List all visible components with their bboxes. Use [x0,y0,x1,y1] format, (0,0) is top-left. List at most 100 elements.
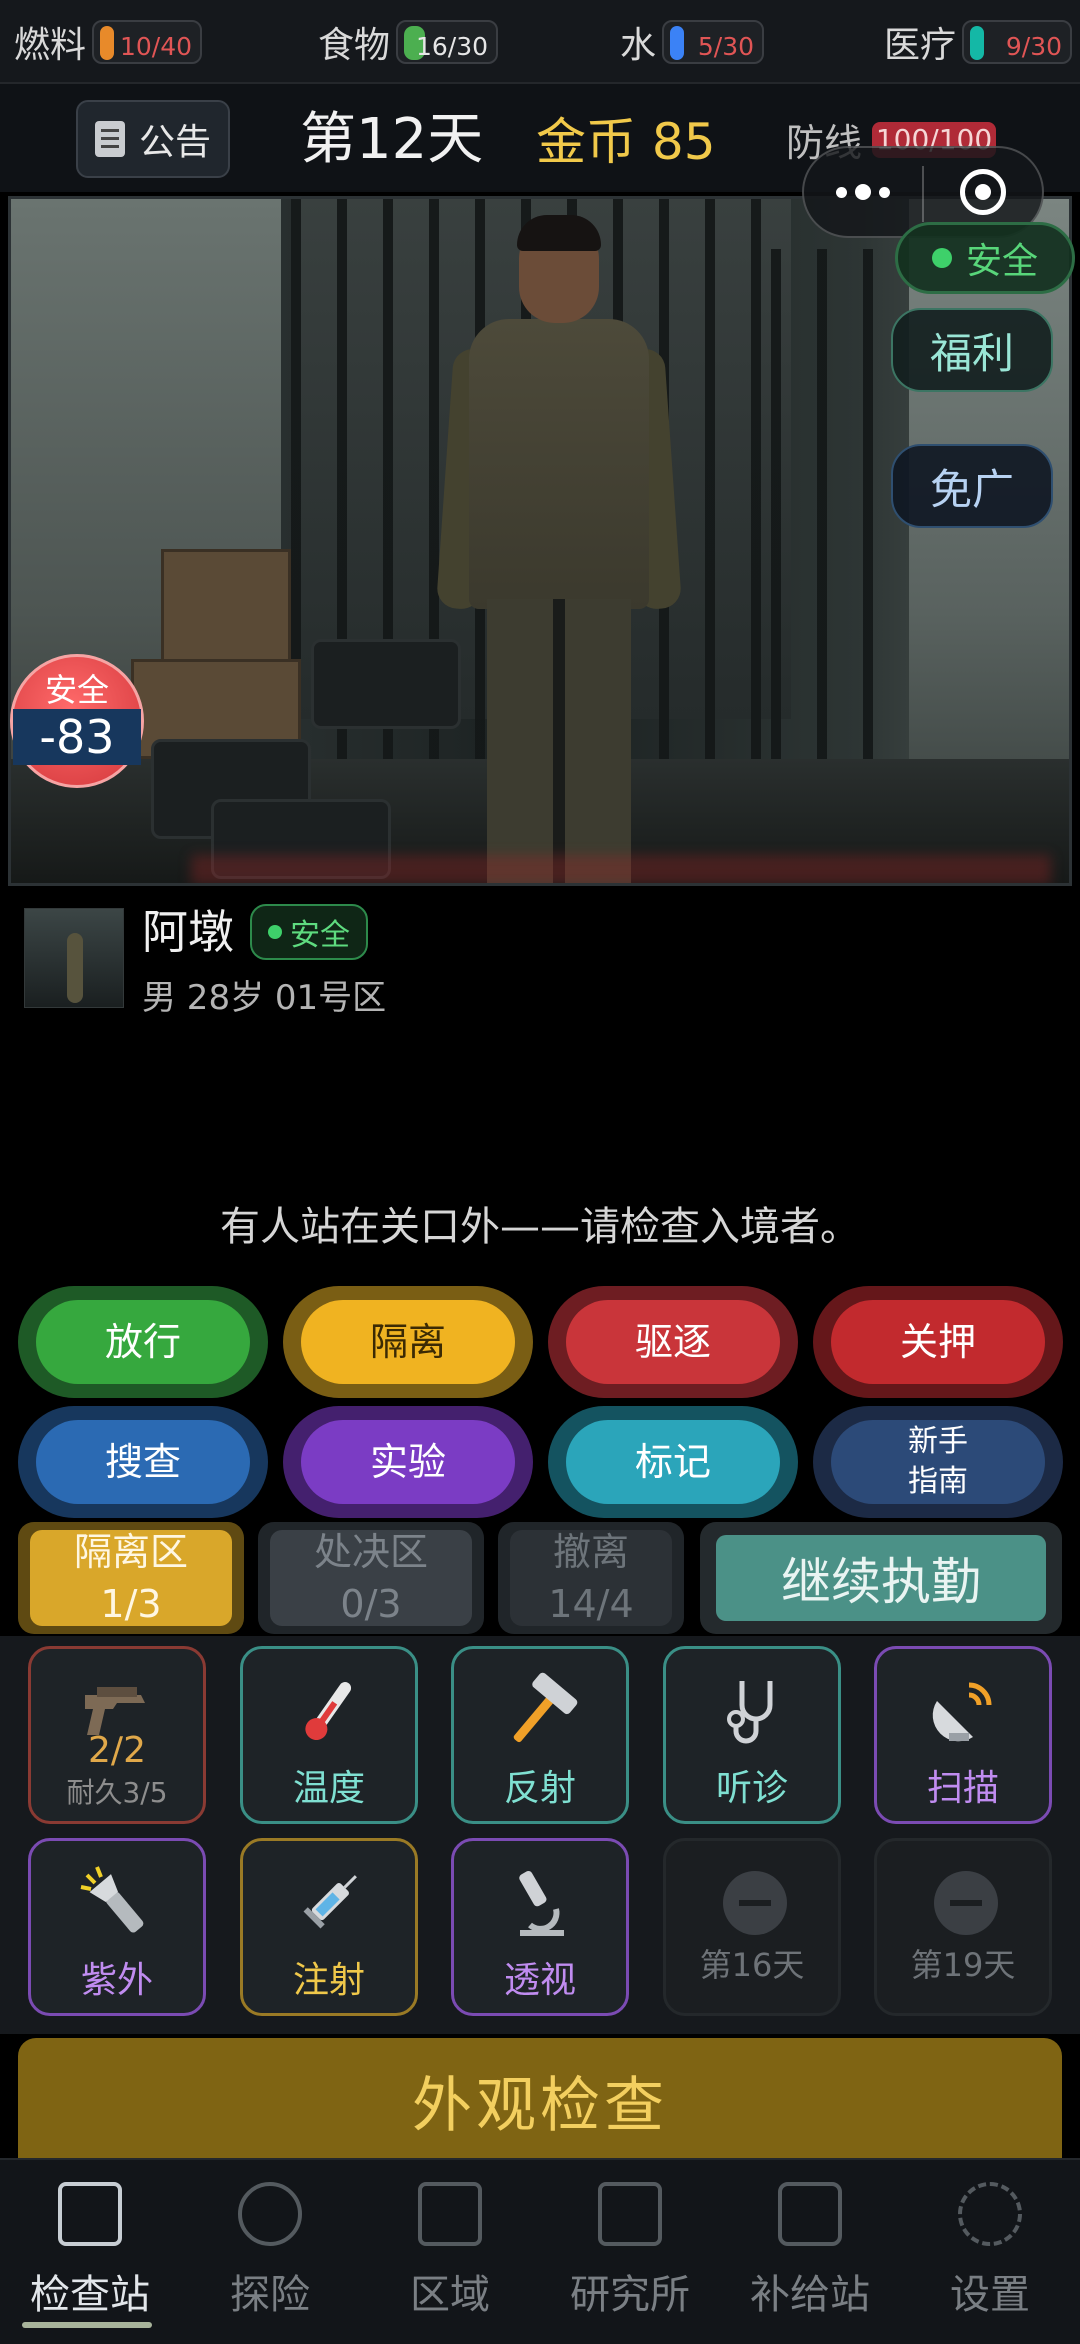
medical-fill [970,26,985,60]
fuel-fill [100,26,115,60]
detain-button[interactable]: 关押 [813,1286,1063,1398]
zone-count: 14/4 [548,1582,634,1626]
scan-tool[interactable]: 扫描 [874,1646,1052,1824]
resource-label: 食物 [318,25,391,66]
pistol-tool[interactable]: 2/2 耐久3/5 [28,1646,206,1824]
resource-value: 9/30 [1005,32,1063,61]
subject-details: 男 28岁 01号区 [142,978,387,1018]
resource-value: 10/40 [119,32,193,61]
subject-figure [435,215,683,883]
tutorial-button[interactable]: 新手 指南 [813,1406,1063,1518]
continue-duty-button[interactable]: 继续执勤 [700,1522,1062,1634]
microscope-icon [519,1871,564,1936]
durability-label: 耐久3/5 [66,1776,168,1809]
nav-research[interactable]: 研究所 [540,2172,720,2332]
continue-duty-label: 继续执勤 [716,1535,1046,1621]
resource-meter: 10/40 [92,20,203,64]
uv-tool[interactable]: 紫外 [28,1838,206,2016]
nav-active-indicator [22,2322,152,2328]
tool-label: 反射 [503,1768,576,1809]
flashlight-icon [80,1866,144,1933]
crate [161,549,291,669]
resource-meter: 9/30 [962,20,1073,64]
mark-button[interactable]: 标记 [548,1406,798,1518]
injection-tool[interactable]: 注射 [240,1838,418,2016]
lab-icon [598,2182,662,2246]
quarantine-button[interactable]: 隔离 [283,1286,533,1398]
resource-meter: 16/30 [396,20,499,64]
tool-label: 听诊 [715,1768,788,1809]
xray-tool[interactable]: 透视 [451,1838,629,2016]
resource-meter: 5/30 [662,20,765,64]
scene-safe-label: 安全 [965,241,1038,282]
safety-score-label: 安全 [44,671,109,709]
resource-medical: 医疗 9/30 [884,14,1073,70]
inspection-prompt: 有人站在关口外——请检查入境者。 [220,1204,860,1250]
zone-name: 撤离 [552,1530,629,1574]
release-button[interactable]: 放行 [18,1286,268,1398]
temperature-tool[interactable]: 温度 [240,1646,418,1824]
nav-checkpoint[interactable]: 检查站 [0,2172,180,2332]
reflex-tool[interactable]: 反射 [451,1646,629,1824]
subject-status-badge: 安全 [250,904,368,960]
locked-tool-day16: 第16天 [663,1838,841,2016]
figure-legs [487,599,631,883]
action-label: 隔离 [301,1300,515,1384]
supply-icon [778,2182,842,2246]
locked-icon [934,1871,998,1935]
no-ads-button[interactable]: 免广 [891,444,1053,528]
action-label: 标记 [566,1420,780,1504]
subject-name: 阿墩 [142,905,234,959]
quarantine-zone-tab[interactable]: 隔离区 1/3 [18,1522,244,1634]
nav-region[interactable]: 区域 [360,2172,540,2332]
nav-label: 区域 [410,2272,490,2318]
action-label: 放行 [36,1300,250,1384]
action-label: 实验 [301,1420,515,1504]
nav-label: 补给站 [750,2272,870,2318]
resource-fuel: 燃料 10/40 [14,14,203,70]
action-label: 搜查 [36,1420,250,1504]
zone-name: 处决区 [313,1530,428,1574]
figure-hair [517,215,601,251]
locked-tool-day19: 第19天 [874,1838,1052,2016]
experiment-button[interactable]: 实验 [283,1406,533,1518]
zone-count: 0/3 [340,1582,402,1626]
expel-button[interactable]: 驱逐 [548,1286,798,1398]
appearance-check-button[interactable]: 外观检查 [18,2038,1062,2162]
nav-label: 检查站 [30,2272,150,2318]
tool-label: 2/2 [88,1730,146,1771]
resource-value: 5/30 [697,32,755,61]
notice-button[interactable]: 公告 [76,100,230,178]
resource-label: 医疗 [884,25,957,66]
action-label: 关押 [831,1300,1045,1384]
resource-label: 水 [620,25,657,66]
compass-icon [238,2182,302,2246]
evacuation-zone-tab[interactable]: 撤离 14/4 [498,1522,684,1634]
tool-label: 紫外 [80,1960,153,2001]
more-menu-icon[interactable] [804,148,922,236]
floor-red-line [191,855,1051,883]
tool-label: 注射 [292,1960,365,2001]
gold-counter: 金币 85 [536,113,716,171]
resource-food: 食物 16/30 [318,14,499,70]
nav-supply[interactable]: 补给站 [720,2172,900,2332]
notice-icon [94,121,125,157]
search-button[interactable]: 搜查 [18,1406,268,1518]
unlock-day-label: 第19天 [910,1946,1016,1984]
figure-torso [469,319,649,609]
syringe-icon [303,1875,357,1929]
zone-count: 1/3 [100,1582,162,1626]
action-label: 驱逐 [566,1300,780,1384]
welfare-button[interactable]: 福利 [891,308,1053,392]
nav-settings[interactable]: 设置 [900,2172,1080,2332]
hammer-icon [513,1672,578,1743]
nav-explore[interactable]: 探险 [180,2172,360,2332]
auscultation-tool[interactable]: 听诊 [663,1646,841,1824]
satellite-dish-icon [932,1682,992,1742]
tool-label: 温度 [292,1768,365,1809]
tool-label: 透视 [503,1960,576,2001]
checkpoint-icon [58,2182,122,2246]
prison-scene-image [8,196,1072,886]
execution-zone-tab[interactable]: 处决区 0/3 [258,1522,484,1634]
water-fill [670,26,685,60]
